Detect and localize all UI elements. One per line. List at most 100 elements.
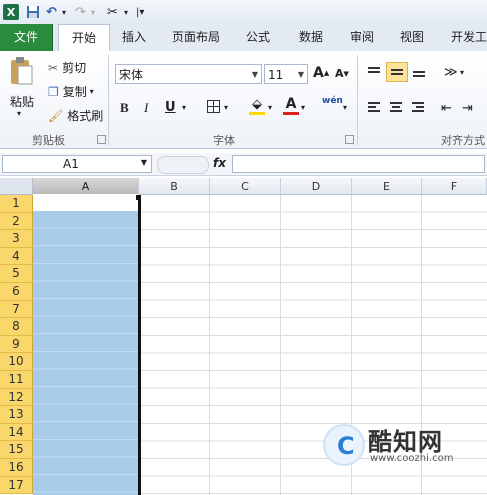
clipboard-launcher-icon[interactable]	[97, 135, 106, 144]
font-color-icon[interactable]: A	[283, 96, 299, 115]
align-center-icon[interactable]	[389, 101, 403, 113]
row-header-12[interactable]: 12	[0, 388, 33, 407]
format-painter-label: 格式刷	[67, 109, 104, 123]
row-header-16[interactable]: 16	[0, 459, 33, 477]
row-header-5[interactable]: 5	[0, 265, 33, 283]
active-cell-a1[interactable]	[33, 194, 139, 211]
font-name-select[interactable]: 宋体 ▼	[115, 64, 262, 84]
tool-icon[interactable]: ✂	[107, 3, 118, 21]
cut-button[interactable]: ✂ 剪切	[48, 59, 86, 76]
scissors-icon: ✂	[48, 60, 59, 75]
undo-dropdown-icon[interactable]: ▾	[62, 3, 66, 21]
border-dropdown-icon[interactable]: ▾	[224, 103, 228, 112]
brush-icon: 🖌	[48, 108, 64, 123]
row-header-15[interactable]: 15	[0, 441, 33, 459]
font-launcher-icon[interactable]	[345, 135, 354, 144]
row-header-13[interactable]: 13	[0, 406, 33, 424]
tab-developer[interactable]: 开发工	[444, 24, 487, 51]
row-header-17[interactable]: 17	[0, 476, 33, 495]
column-header-d[interactable]: D	[281, 178, 352, 195]
tab-review[interactable]: 审阅	[342, 24, 382, 51]
phonetic-icon[interactable]: wén	[322, 96, 343, 106]
italic-button[interactable]: I	[144, 100, 148, 116]
ribbon-home: 粘贴 ▾ ✂ 剪切 ❐ 复制 ▾ 🖌 格式刷 剪贴板 宋体 ▼ 11 ▼ A ▲ A ▼ B I…	[0, 51, 487, 149]
orientation-dropdown-icon[interactable]: ▾	[460, 68, 464, 77]
font-name-value: 宋体	[119, 68, 144, 82]
column-header-b[interactable]: B	[139, 178, 210, 195]
insert-function-icon[interactable]: fx	[213, 156, 226, 170]
quick-access-toolbar: X ↶ ▾ ↷ ▾ ✂ ▾ |▾	[0, 0, 487, 25]
align-top-icon[interactable]	[367, 66, 381, 78]
format-painter-button[interactable]: 🖌 格式刷	[48, 107, 103, 124]
tab-formulas[interactable]: 公式	[238, 24, 278, 51]
watermark-url: www.coozhi.com	[370, 453, 454, 464]
row-header-2[interactable]: 2	[0, 212, 33, 231]
row-header-9[interactable]: 9	[0, 335, 33, 354]
border-icon[interactable]	[207, 100, 220, 113]
chevron-down-icon: ▼	[251, 70, 258, 79]
undo-icon[interactable]: ↶	[46, 3, 57, 21]
formula-input[interactable]	[232, 155, 485, 173]
grow-font-icon[interactable]: A ▲	[313, 65, 329, 81]
font-size-value: 11	[268, 68, 284, 82]
column-header-e[interactable]: E	[352, 178, 422, 195]
fill-dropdown-icon[interactable]: ▾	[268, 103, 272, 112]
shrink-font-icon[interactable]: A ▼	[335, 67, 349, 80]
select-all-corner[interactable]	[0, 178, 33, 195]
chevron-down-icon: ▼	[297, 70, 304, 79]
increase-indent-icon[interactable]: ⇥	[462, 101, 473, 116]
tool-dropdown-icon[interactable]: ▾	[124, 3, 128, 21]
fill-color-icon[interactable]: ⬙	[249, 97, 265, 115]
column-header-a[interactable]: A	[33, 178, 139, 195]
font-color-dropdown-icon[interactable]: ▾	[301, 103, 305, 112]
align-bottom-icon[interactable]	[412, 66, 426, 78]
row-header-11[interactable]: 11	[0, 371, 33, 389]
formula-bar-splitter[interactable]	[157, 156, 209, 174]
chevron-down-icon: ▼	[140, 158, 147, 167]
name-box[interactable]: A1 ▼	[2, 155, 152, 173]
tab-home[interactable]: 开始	[58, 24, 110, 53]
selection-border	[138, 197, 141, 495]
formula-bar: A1 ▼ fx	[0, 153, 487, 176]
align-right-icon[interactable]	[411, 101, 425, 113]
decrease-indent-icon[interactable]: ⇤	[441, 101, 452, 116]
copy-dropdown-icon[interactable]: ▾	[90, 87, 94, 96]
row-header-3[interactable]: 3	[0, 230, 33, 248]
row-header-1[interactable]: 1	[0, 195, 33, 213]
tab-page-layout[interactable]: 页面布局	[164, 24, 228, 51]
tab-insert[interactable]: 插入	[114, 24, 154, 51]
ribbon-tabs: 文件 开始 插入 页面布局 公式 数据 审阅 视图 开发工	[0, 24, 487, 53]
copy-button[interactable]: ❐ 复制 ▾	[48, 83, 94, 100]
column-header-c[interactable]: C	[210, 178, 281, 195]
tab-data[interactable]: 数据	[291, 24, 331, 51]
redo-dropdown-icon[interactable]: ▾	[91, 3, 95, 21]
font-group-label: 字体	[213, 134, 235, 147]
underline-button[interactable]: U	[165, 100, 176, 115]
font-size-select[interactable]: 11 ▼	[264, 64, 308, 84]
align-middle-icon[interactable]	[386, 62, 408, 82]
paste-dropdown-icon[interactable]: ▾	[17, 109, 21, 118]
tab-file[interactable]: 文件	[0, 24, 53, 51]
column-header-f[interactable]: F	[422, 178, 487, 195]
save-icon[interactable]	[26, 3, 40, 21]
row-header-4[interactable]: 4	[0, 247, 33, 266]
row-header-14[interactable]: 14	[0, 423, 33, 442]
align-left-icon[interactable]	[367, 101, 381, 113]
fill-handle[interactable]	[136, 195, 141, 200]
row-header-6[interactable]: 6	[0, 283, 33, 301]
coozhi-logo-icon: C	[323, 424, 365, 466]
underline-dropdown-icon[interactable]: ▾	[182, 103, 186, 112]
tab-view[interactable]: 视图	[392, 24, 432, 51]
phonetic-dropdown-icon[interactable]: ▾	[343, 103, 347, 112]
row-header-8[interactable]: 8	[0, 318, 33, 336]
row-header-7[interactable]: 7	[0, 300, 33, 319]
customize-toolbar-icon[interactable]: |▾	[136, 3, 144, 21]
cut-label: 剪切	[62, 61, 87, 75]
watermark-title: 酷知网	[368, 428, 443, 456]
orientation-icon[interactable]: ≫	[444, 65, 458, 80]
paste-icon[interactable]	[8, 56, 34, 86]
row-header-10[interactable]: 10	[0, 353, 33, 371]
bold-button[interactable]: B	[120, 100, 129, 116]
redo-icon[interactable]: ↷	[75, 3, 86, 21]
paste-button[interactable]: 粘贴	[10, 93, 34, 110]
